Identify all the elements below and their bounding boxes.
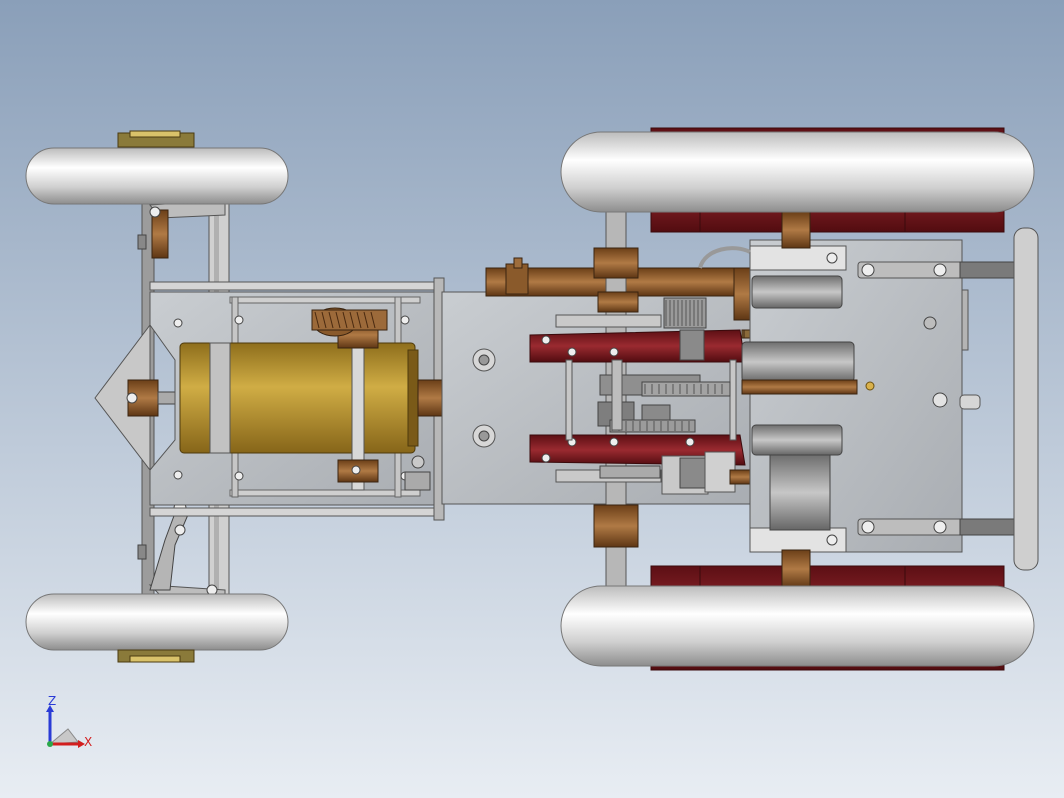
triad-x-label: X bbox=[84, 735, 93, 749]
cad-viewport[interactable] bbox=[0, 0, 1064, 798]
orientation-triad[interactable]: Z X bbox=[38, 694, 98, 756]
rear-right-tire bbox=[560, 585, 1035, 667]
rear-left-tire bbox=[560, 131, 1035, 213]
triad-z-label: Z bbox=[48, 694, 57, 708]
triad-y-plane bbox=[48, 728, 79, 745]
